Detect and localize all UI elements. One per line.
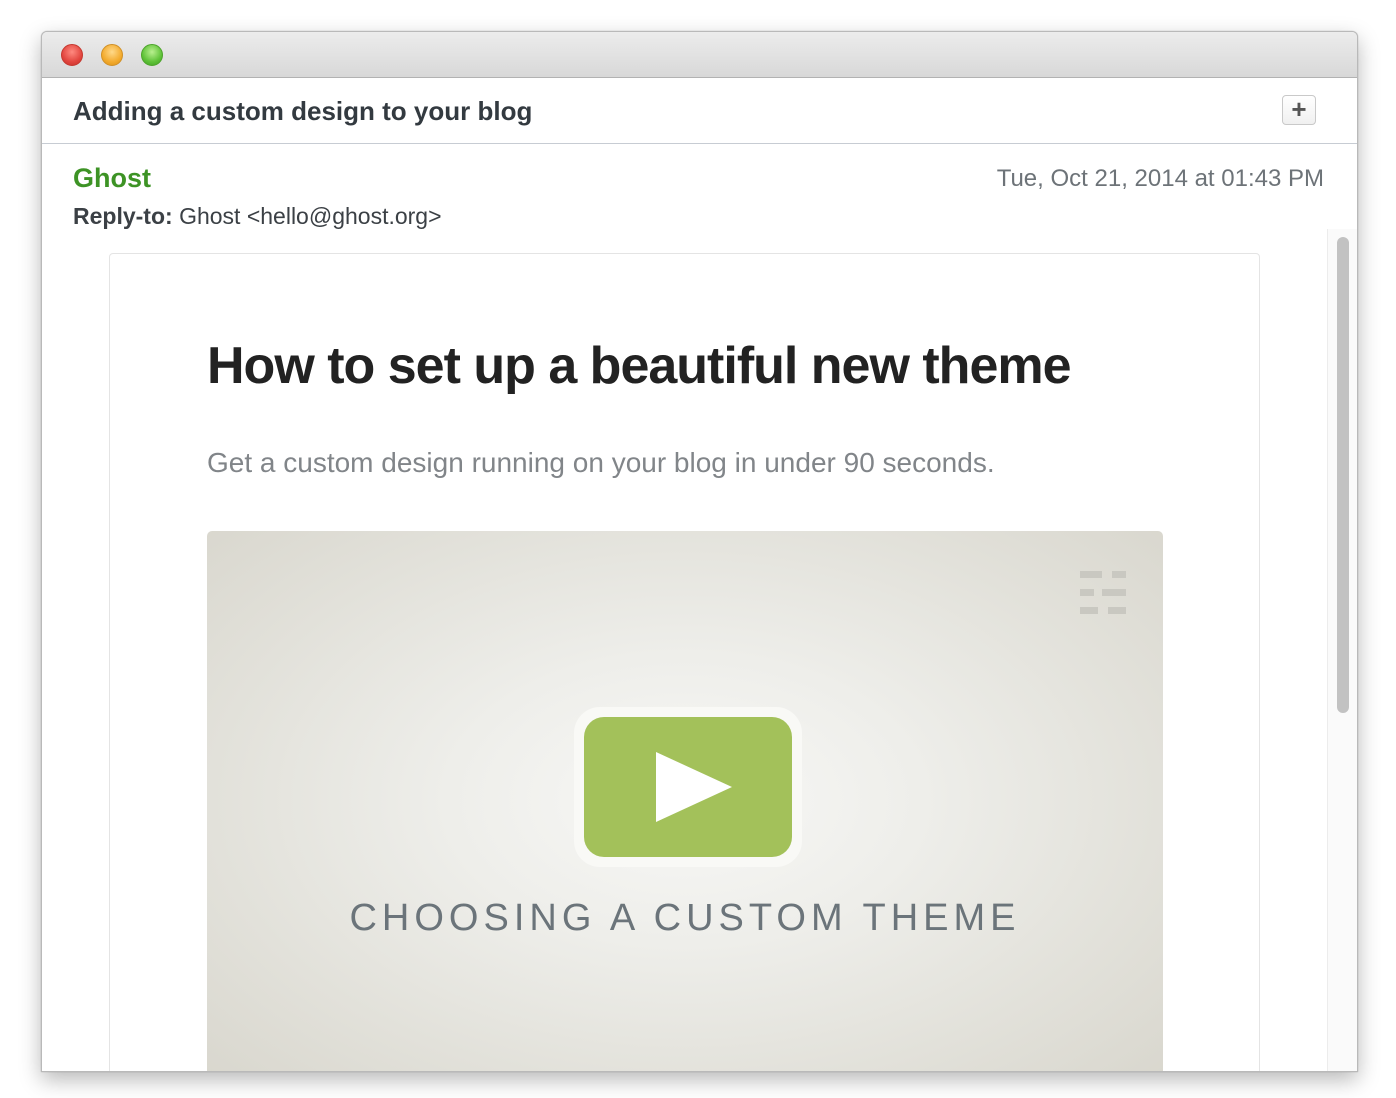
scrollbar[interactable] bbox=[1327, 229, 1357, 1071]
reply-to: Reply-to: Ghost <hello@ghost.org> bbox=[73, 203, 442, 230]
close-window-button[interactable] bbox=[61, 44, 83, 66]
play-icon bbox=[656, 752, 732, 822]
reply-to-address[interactable]: Ghost <hello@ghost.org> bbox=[179, 203, 441, 229]
maximize-window-button[interactable] bbox=[141, 44, 163, 66]
mail-window: Adding a custom design to your blog + Gh… bbox=[41, 31, 1358, 1072]
title-bar bbox=[42, 32, 1357, 78]
email-body-card: How to set up a beautiful new theme Get … bbox=[109, 253, 1260, 1071]
scrollbar-thumb[interactable] bbox=[1337, 237, 1349, 713]
email-headline: How to set up a beautiful new theme bbox=[207, 337, 1072, 395]
subject-bar: Adding a custom design to your blog + bbox=[42, 78, 1357, 144]
play-button[interactable] bbox=[574, 707, 802, 867]
minimize-window-button[interactable] bbox=[101, 44, 123, 66]
sender-name[interactable]: Ghost bbox=[73, 163, 151, 194]
message-subject: Adding a custom design to your blog bbox=[73, 96, 533, 126]
reply-to-label: Reply-to: bbox=[73, 203, 173, 229]
video-thumbnail[interactable]: CHOOSING A CUSTOM THEME bbox=[207, 531, 1163, 1071]
message-date: Tue, Oct 21, 2014 at 01:43 PM bbox=[996, 165, 1324, 192]
video-caption: CHOOSING A CUSTOM THEME bbox=[349, 897, 1021, 939]
add-button[interactable]: + bbox=[1282, 95, 1316, 125]
email-subheadline: Get a custom design running on your blog… bbox=[207, 447, 995, 478]
menu-icon[interactable] bbox=[1080, 571, 1126, 615]
